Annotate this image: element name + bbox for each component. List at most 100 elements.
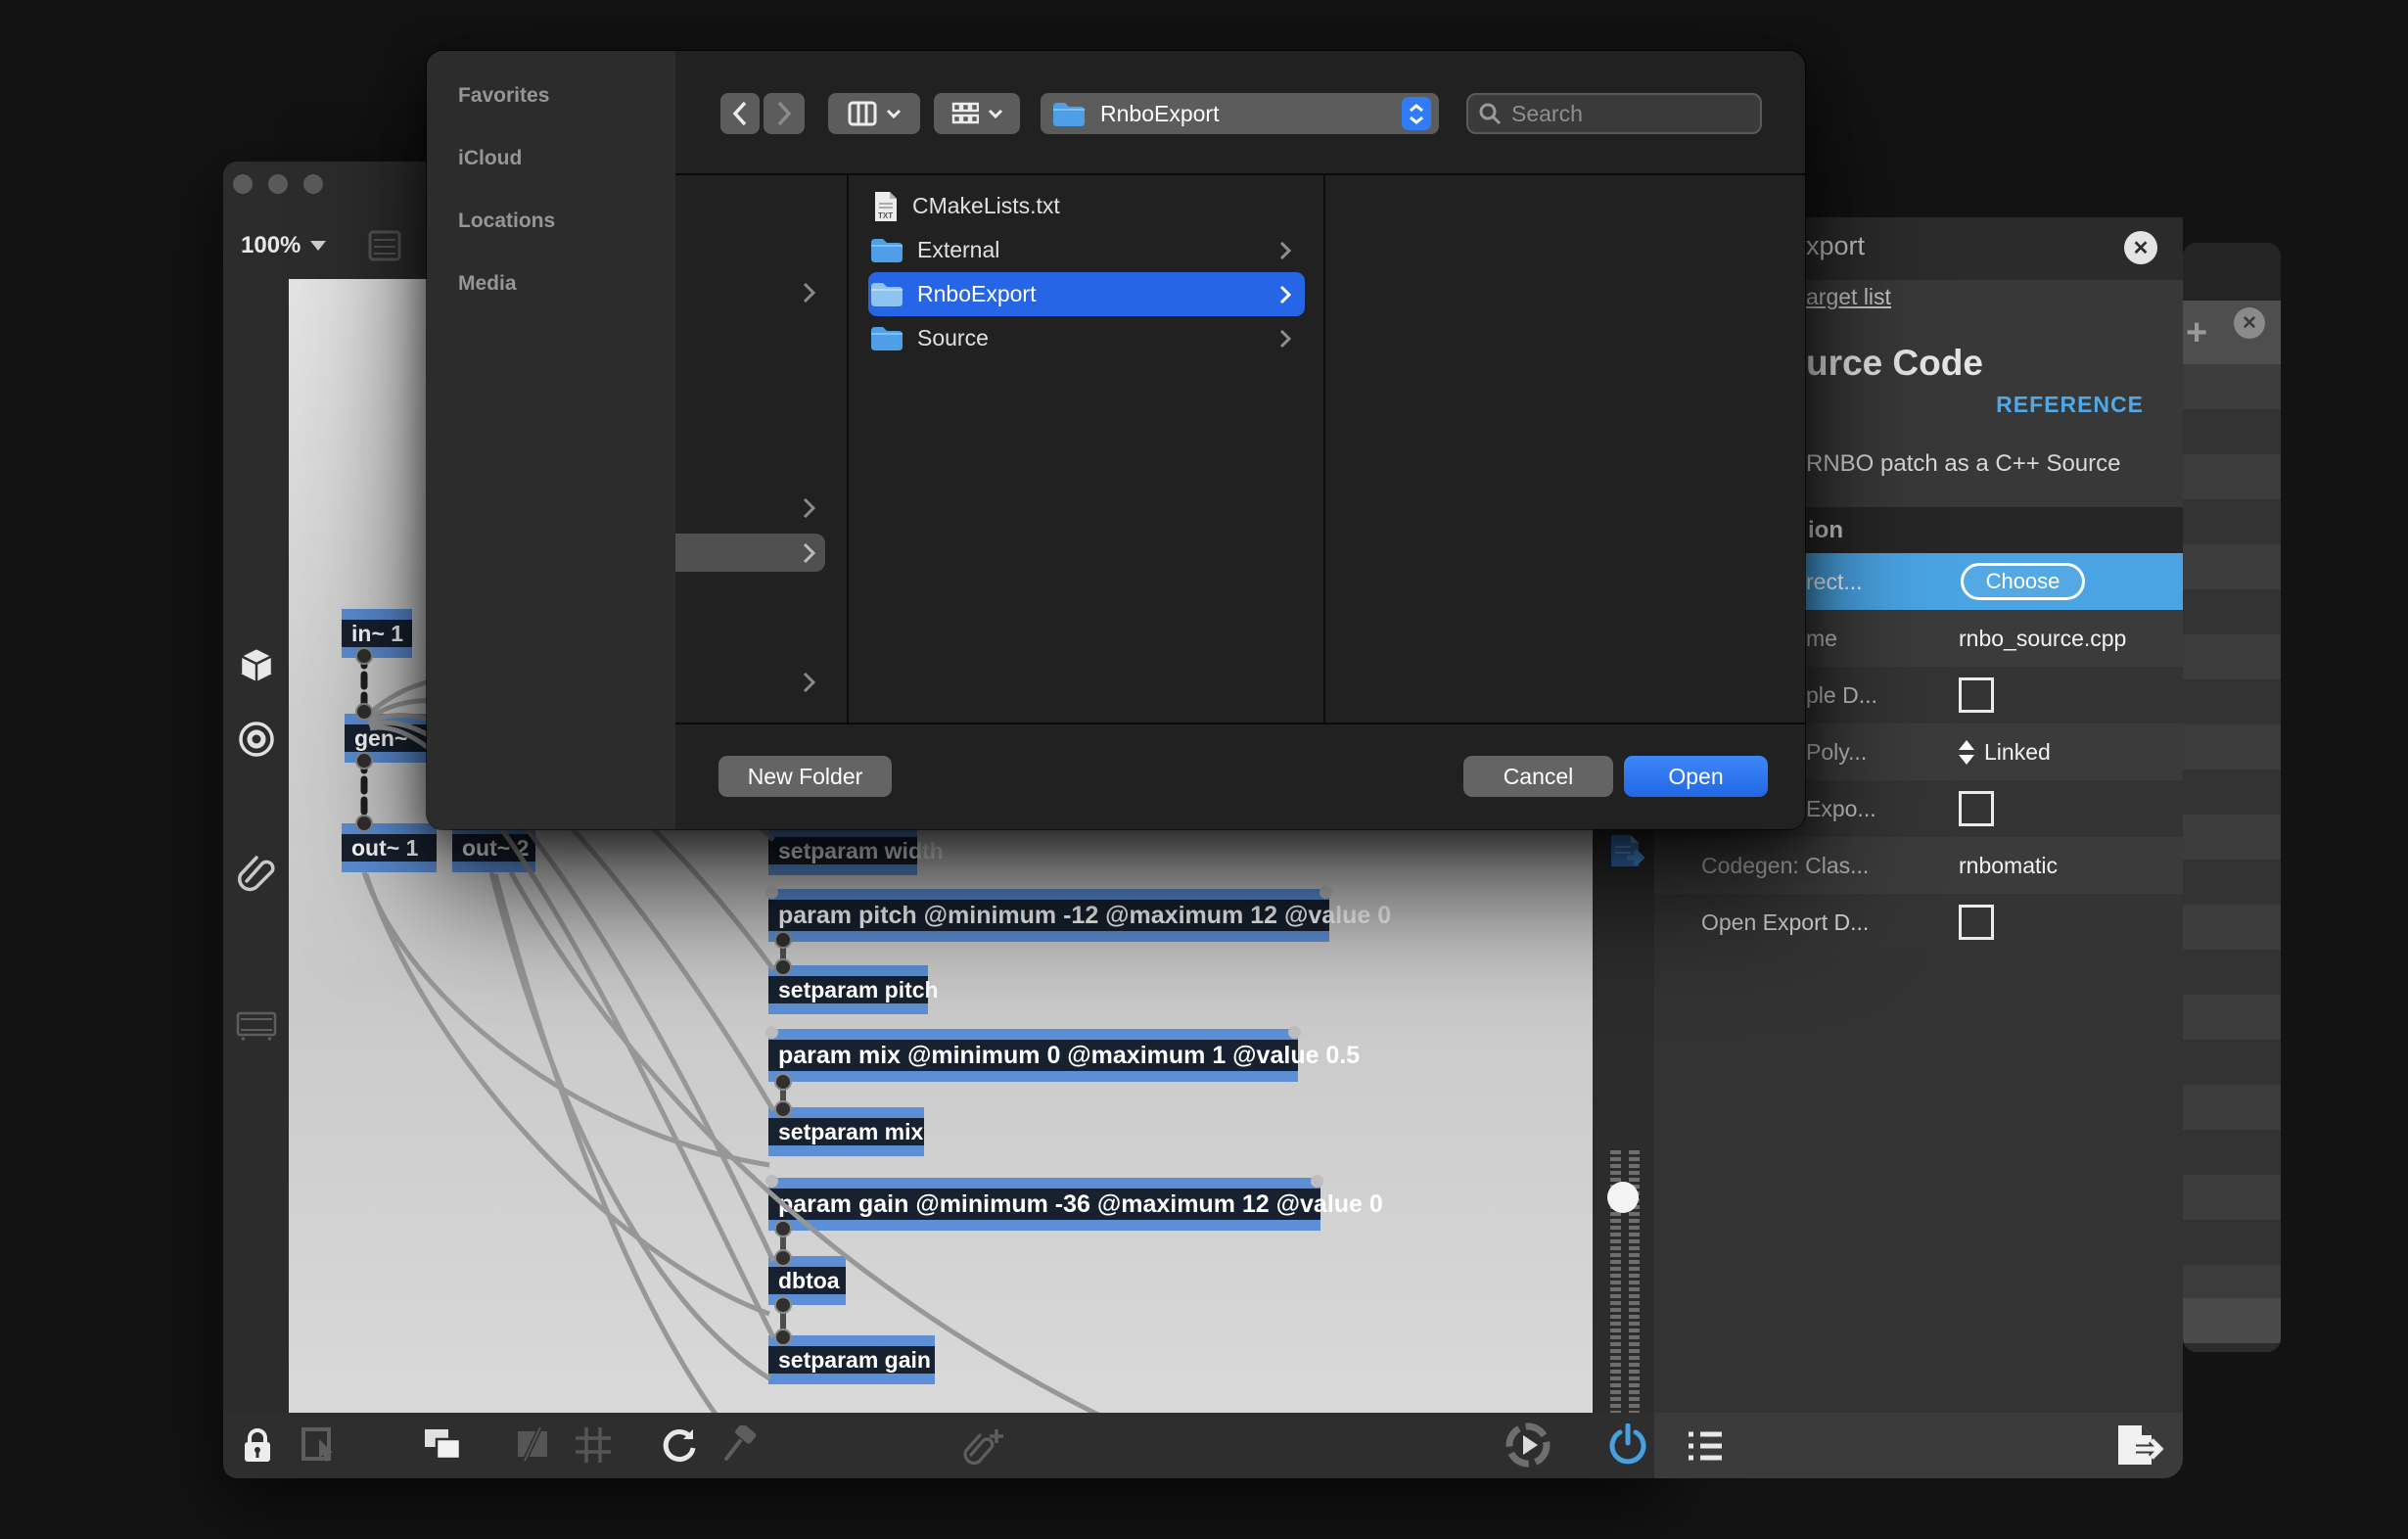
cancel-button[interactable]: Cancel	[1463, 756, 1613, 797]
patch-object[interactable]: setparam width	[768, 826, 944, 875]
patch-object[interactable]: gen~	[345, 714, 427, 763]
inspector-icon[interactable]	[368, 230, 403, 263]
minimize-window-button[interactable]	[268, 174, 288, 194]
folder-icon	[871, 283, 903, 306]
patch-object-label: out~ 2	[462, 834, 530, 861]
selection-tool-icon[interactable]	[300, 1425, 341, 1465]
add-icon[interactable]: +	[2186, 312, 2207, 354]
zoom-window-button[interactable]	[303, 174, 323, 194]
close-window-button[interactable]	[233, 174, 253, 194]
folder-icon	[1053, 102, 1085, 126]
patch-object-label: out~ 1	[351, 834, 419, 861]
target-list-link[interactable]: arget list	[1806, 284, 1891, 310]
export-row-open-export-dir[interactable]: Open Export D...	[1654, 894, 2183, 951]
debug-probe-icon[interactable]	[718, 1425, 758, 1465]
background-list-window: + ✕	[2183, 243, 2281, 1352]
classname-value[interactable]: rnbomatic	[1959, 853, 2058, 879]
sidebar-section-favorites: Favorites	[458, 84, 550, 107]
file-name: Source	[917, 325, 989, 350]
export-row-codegen-class[interactable]: Codegen: Clas... rnbomatic	[1654, 837, 2183, 894]
paperclip-icon[interactable]	[237, 850, 276, 893]
open-button[interactable]: Open	[1624, 756, 1768, 797]
poly-stepper[interactable]: Linked	[1959, 739, 2051, 766]
list-icon[interactable]	[1687, 1428, 1726, 1464]
patch-object-label: gen~	[354, 724, 408, 751]
checkbox[interactable]	[1959, 677, 1994, 713]
export-description: RNBO patch as a C++ Source	[1806, 450, 2121, 477]
patch-object[interactable]: in~ 1	[342, 609, 412, 658]
patch-object[interactable]: setparam gain	[768, 1335, 935, 1384]
patch-object-label: param gain @minimum -36 @maximum 12 @val…	[778, 1189, 1383, 1218]
file-row-external[interactable]: External	[868, 228, 1305, 272]
target-icon[interactable]	[237, 720, 276, 759]
background-window-titlebar	[2183, 243, 2281, 301]
patch-object[interactable]: setparam mix	[768, 1107, 924, 1156]
open-file-dialog: TXT CMakeLists.txt External RnboExport S…	[427, 51, 1805, 829]
export-sidebar-icon[interactable]	[1607, 833, 1650, 870]
patch-object-label: setparam pitch	[778, 976, 939, 1003]
background-table-footer	[2183, 1298, 2281, 1343]
object-box-icon[interactable]	[237, 645, 276, 684]
row-label: rect...	[1806, 568, 1863, 594]
chevron-right-icon	[803, 282, 816, 303]
file-row-source[interactable]: Source	[868, 316, 1305, 360]
column-view-button[interactable]	[828, 93, 920, 134]
search-field[interactable]	[1466, 93, 1762, 134]
lock-icon[interactable]	[239, 1425, 276, 1465]
row-label: Expo...	[1806, 795, 1876, 821]
export-heading: urce Code	[1806, 343, 1983, 383]
power-icon[interactable]	[1607, 1423, 1648, 1467]
patcher-view-icon[interactable]	[513, 1425, 554, 1465]
export-panel-title: xport	[1806, 231, 1866, 260]
keyboard-drawer-icon[interactable]	[235, 1009, 278, 1043]
export-file-icon[interactable]	[2114, 1423, 2165, 1469]
patch-object[interactable]: param pitch @minimum -12 @maximum 12 @va…	[765, 886, 1391, 942]
reference-link[interactable]: REFERENCE	[1996, 392, 2144, 418]
choose-directory-button[interactable]: Choose	[1961, 563, 2085, 600]
close-panel-icon[interactable]: ✕	[2124, 231, 2157, 264]
checkbox[interactable]	[1959, 791, 1994, 826]
background-window-bottom	[2183, 1343, 2281, 1352]
columns-icon	[848, 101, 876, 126]
sidebar-section-locations: Locations	[458, 210, 556, 232]
folder-icon	[871, 327, 903, 350]
file-name: RnboExport	[917, 281, 1037, 306]
export-panel-footer	[1654, 1413, 2183, 1478]
chevron-right-icon	[1279, 329, 1291, 348]
play-icon[interactable]	[1505, 1422, 1551, 1469]
patch-object[interactable]: setparam pitch	[768, 965, 939, 1014]
patch-object-label: param pitch @minimum -12 @maximum 12 @va…	[778, 901, 1392, 929]
new-folder-button[interactable]: New Folder	[718, 756, 892, 797]
refresh-icon[interactable]	[660, 1425, 699, 1465]
patch-object[interactable]: dbtoa	[768, 1256, 846, 1305]
file-name: External	[917, 237, 1000, 262]
patch-object[interactable]: out~ 1	[342, 823, 437, 872]
chevron-down-icon	[310, 241, 327, 251]
row-label: Open Export D...	[1701, 909, 1870, 935]
forward-button[interactable]	[764, 93, 805, 134]
chevron-right-icon	[803, 542, 816, 564]
path-stepper-icon[interactable]	[1402, 97, 1431, 130]
search-input[interactable]	[1509, 99, 1750, 128]
file-row-rnboexport-selected[interactable]: RnboExport	[868, 272, 1305, 316]
checkbox[interactable]	[1959, 905, 1994, 940]
back-button[interactable]	[720, 93, 760, 134]
patch-object[interactable]: param mix @minimum 0 @maximum 1 @value 0…	[765, 1026, 1360, 1082]
folder-path-dropdown[interactable]: RnboExport	[1041, 93, 1439, 134]
chevron-down-icon	[988, 109, 1002, 118]
zoom-level-dropdown[interactable]: 100%	[241, 232, 327, 259]
attach-file-icon[interactable]	[963, 1425, 1010, 1467]
group-view-button[interactable]	[934, 93, 1020, 134]
file-row-cmakelists[interactable]: TXT CMakeLists.txt	[868, 184, 1305, 228]
filename-value[interactable]: rnbo_source.cpp	[1959, 626, 2126, 652]
grid-icon[interactable]	[574, 1425, 613, 1465]
presentation-mode-icon[interactable]	[421, 1425, 464, 1465]
gain-slider-knob[interactable]	[1607, 1182, 1639, 1213]
chevron-down-icon	[886, 109, 901, 118]
remove-circle-icon[interactable]: ✕	[2234, 307, 2265, 339]
zoom-level-value: 100%	[241, 232, 301, 258]
patch-object-label: setparam mix	[778, 1118, 924, 1144]
patch-object[interactable]: param gain @minimum -36 @maximum 12 @val…	[765, 1175, 1383, 1231]
column-divider	[847, 175, 849, 723]
patch-object[interactable]: out~ 2	[452, 823, 535, 872]
